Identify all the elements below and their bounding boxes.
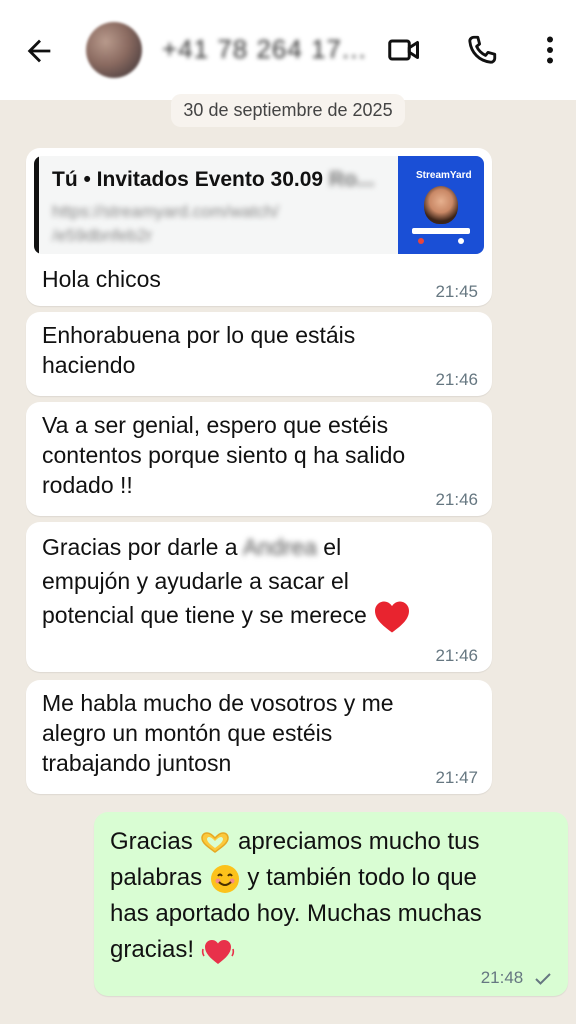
quote-link: https://streamyard.com/watch/ /e59dbnfeb…	[52, 202, 279, 245]
message-text: Va a ser genial, espero que estéis conte…	[42, 412, 406, 498]
message-bubble[interactable]: Tú • Invitados Evento 30.09 Ro... https:…	[26, 148, 492, 306]
quoted-message[interactable]: Tú • Invitados Evento 30.09 Ro... https:…	[34, 156, 484, 254]
message-bubble[interactable]: Me habla mucho de vosotros y me alegro u…	[26, 680, 492, 794]
avatar[interactable]	[86, 22, 142, 78]
smiling-face-emoji	[210, 864, 239, 893]
more-vert-icon[interactable]	[532, 32, 568, 68]
message-bubble[interactable]: Va a ser genial, espero que estéis conte…	[26, 402, 492, 516]
thumbnail-dot	[458, 238, 464, 244]
message-text: Hola chicos	[42, 266, 161, 292]
streamyard-logo: StreamYard	[416, 170, 472, 181]
date-separator-wrap: 30 de septiembre de 2025	[0, 94, 576, 127]
link-thumbnail: StreamYard	[398, 156, 484, 254]
message-time: 21:46	[435, 646, 478, 665]
thumbnail-banner	[412, 228, 470, 234]
message-text: Enhorabuena por lo que estáis haciendo	[42, 322, 356, 378]
thumbnail-person	[424, 186, 458, 224]
message-time: 21:46	[435, 370, 478, 389]
quote-bar	[34, 156, 39, 254]
contact-name[interactable]: +41 78 264 17...	[162, 34, 367, 65]
thumbnail-dot	[418, 238, 424, 244]
message-bubble[interactable]: Enhorabuena por lo que estáis haciendo 2…	[26, 312, 492, 396]
outgoing-message-bubble[interactable]: Gracias apreciamos mucho tus palabras y …	[94, 812, 568, 996]
beating-heart-emoji	[201, 939, 234, 964]
date-separator: 30 de septiembre de 2025	[171, 94, 405, 127]
phone-icon[interactable]	[464, 32, 500, 68]
single-check-icon	[535, 972, 551, 985]
red-heart-emoji	[375, 601, 410, 633]
quote-title: Tú • Invitados Evento 30.09 Ro...	[52, 168, 375, 191]
video-call-icon[interactable]	[386, 32, 422, 68]
message-text: Gracias por darle a Andrea el empujón y …	[42, 530, 411, 634]
message-time: 21:48	[481, 968, 552, 988]
heart-hands-emoji	[201, 831, 230, 853]
message-time: 21:45	[435, 282, 478, 301]
message-bubble[interactable]: Gracias por darle a Andrea el empujón y …	[26, 522, 492, 672]
message-time: 21:46	[435, 490, 478, 509]
arrow-left-icon[interactable]	[22, 34, 56, 68]
message-time: 21:47	[435, 768, 478, 787]
message-text: Me habla mucho de vosotros y me alegro u…	[42, 690, 394, 776]
message-text: Gracias apreciamos mucho tus palabras y …	[110, 824, 482, 968]
chat-header: +41 78 264 17...	[0, 0, 576, 100]
